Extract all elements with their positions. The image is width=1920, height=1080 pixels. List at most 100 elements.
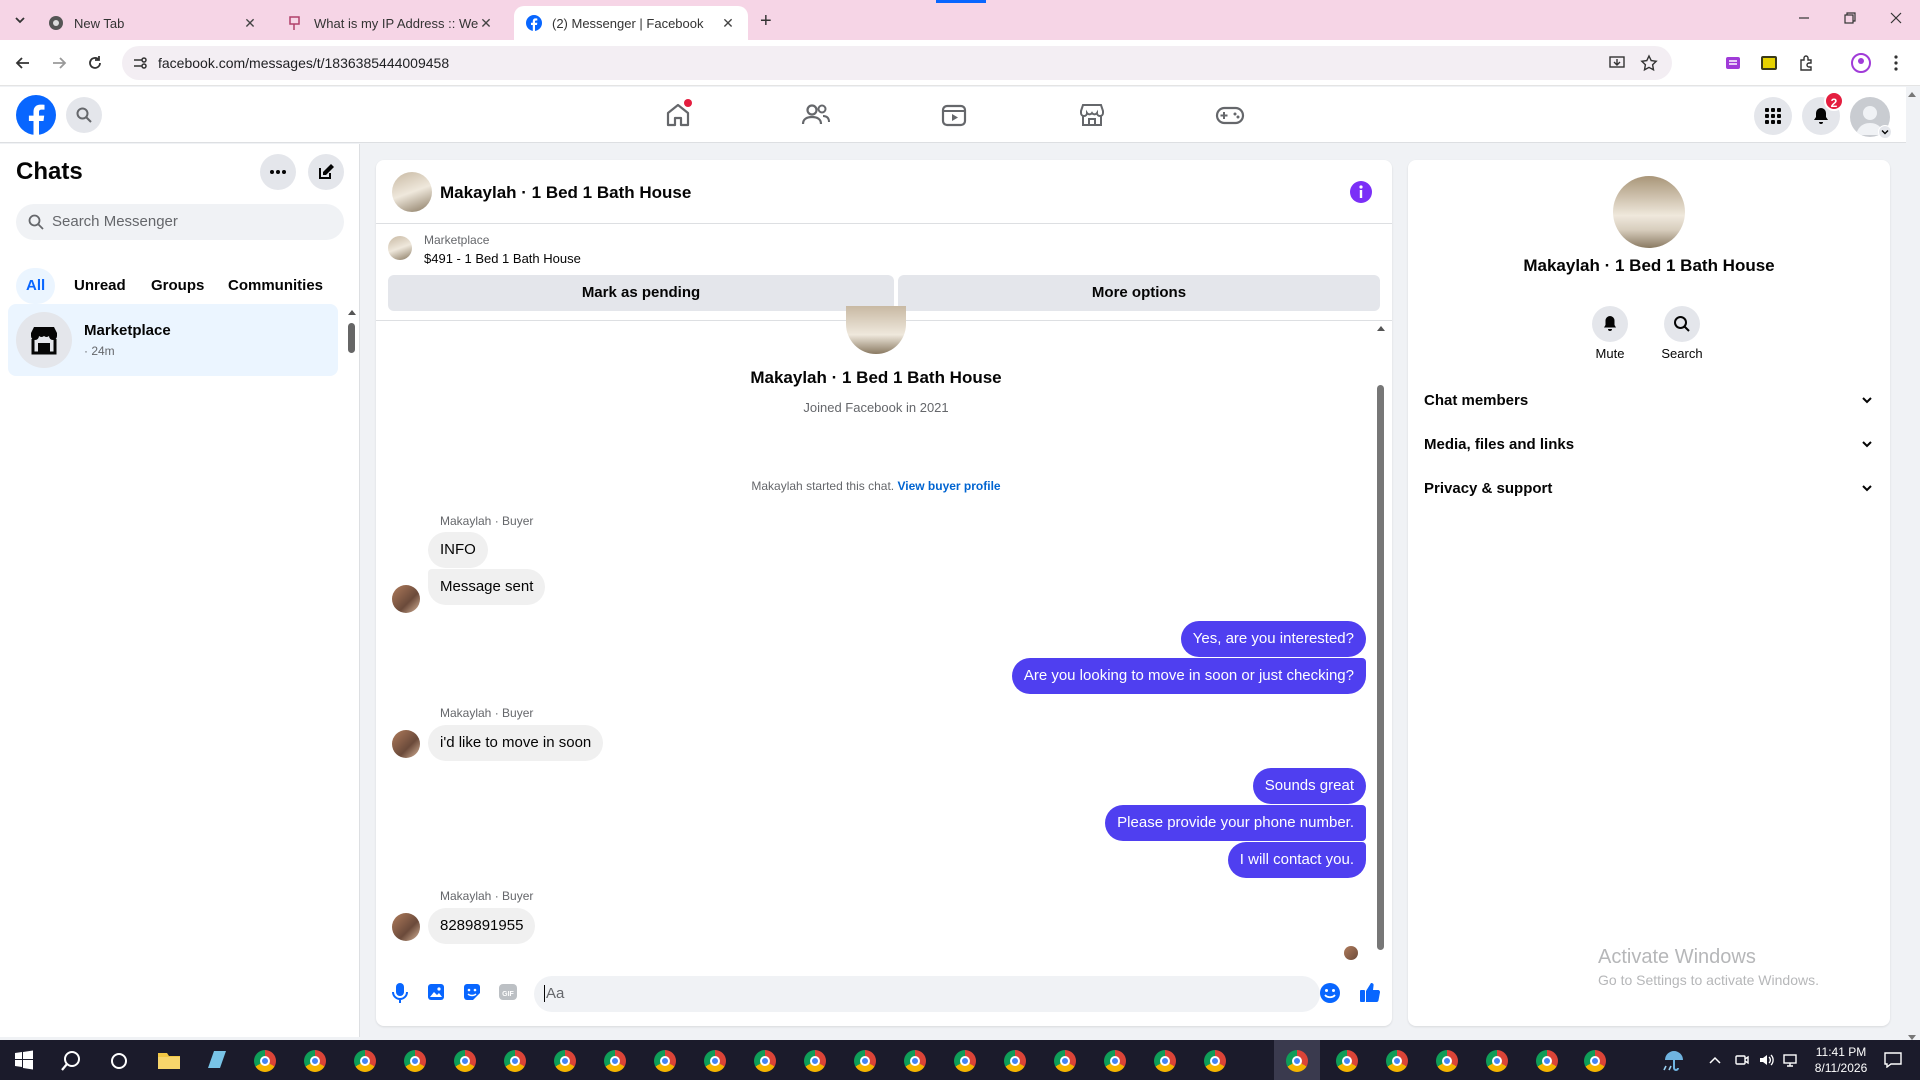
tray-chevron-up-icon[interactable] — [1708, 1054, 1722, 1066]
chrome-icon[interactable] — [252, 1048, 278, 1074]
chrome-icon[interactable] — [1384, 1048, 1410, 1074]
site-info-icon[interactable] — [132, 55, 148, 71]
chrome-icon[interactable] — [402, 1048, 428, 1074]
chrome-icon[interactable] — [1202, 1048, 1228, 1074]
notification-center-icon[interactable] — [1884, 1052, 1902, 1068]
tab-ip-address[interactable]: What is my IP Address :: WebBr ✕ — [276, 6, 506, 40]
account-chevron-icon[interactable] — [1878, 125, 1892, 139]
conversation-title[interactable]: Makaylah · 1 Bed 1 Bath House — [440, 183, 691, 203]
task-view-icon[interactable] — [108, 1050, 134, 1076]
message-bubble[interactable]: INFO — [428, 532, 488, 568]
install-app-icon[interactable] — [1608, 54, 1626, 72]
network-icon[interactable] — [1782, 1052, 1798, 1068]
nav-home-icon[interactable] — [662, 99, 694, 131]
menu-grid-button[interactable] — [1754, 97, 1792, 135]
filter-groups[interactable]: Groups — [141, 268, 214, 304]
chrome-icon[interactable] — [1582, 1048, 1608, 1074]
omnibox[interactable]: facebook.com/messages/t/1836385444009458 — [122, 46, 1672, 80]
chrome-icon[interactable] — [852, 1048, 878, 1074]
new-message-button[interactable] — [308, 154, 344, 190]
mute-button[interactable] — [1592, 306, 1628, 342]
chrome-icon[interactable] — [1002, 1048, 1028, 1074]
message-bubble[interactable]: Please provide your phone number. — [1105, 805, 1366, 841]
tab-search-chevron-icon[interactable] — [12, 12, 28, 28]
chrome-icon[interactable] — [1102, 1048, 1128, 1074]
message-bubble[interactable]: I will contact you. — [1227, 842, 1366, 878]
messages-scrollbar[interactable] — [1376, 326, 1386, 960]
close-tab-icon[interactable]: ✕ — [242, 15, 258, 32]
filter-unread[interactable]: Unread — [64, 268, 136, 304]
chrome-icon[interactable] — [602, 1048, 628, 1074]
chrome-icon[interactable] — [902, 1048, 928, 1074]
search-messenger-input[interactable]: Search Messenger — [16, 204, 344, 240]
extension-yellow-icon[interactable] — [1760, 54, 1778, 72]
nav-gaming-icon[interactable] — [1214, 99, 1246, 131]
chrome-icon[interactable] — [702, 1048, 728, 1074]
chrome-icon[interactable] — [802, 1048, 828, 1074]
windows-start-icon[interactable] — [14, 1050, 40, 1076]
voice-clip-icon[interactable] — [390, 982, 410, 1004]
sticker-icon[interactable] — [462, 982, 482, 1002]
taskbar-search-icon[interactable] — [60, 1050, 86, 1076]
page-scrollbar[interactable] — [1908, 92, 1918, 1040]
buyer-avatar[interactable] — [392, 585, 420, 613]
details-name[interactable]: Makaylah · 1 Bed 1 Bath House — [1408, 256, 1890, 276]
message-bubble[interactable]: Message sent — [428, 569, 546, 605]
more-options-button[interactable]: More options — [898, 275, 1380, 311]
filter-all[interactable]: All — [16, 268, 56, 304]
message-bubble[interactable]: Sounds great — [1252, 768, 1366, 804]
chrome-icon[interactable] — [1534, 1048, 1560, 1074]
chat-list-item[interactable]: Marketplace · 24m — [8, 304, 338, 376]
chrome-icon[interactable] — [1152, 1048, 1178, 1074]
extensions-puzzle-icon[interactable] — [1798, 54, 1816, 72]
conversation-info-icon[interactable] — [1350, 181, 1372, 203]
nav-marketplace-icon[interactable] — [1076, 99, 1108, 131]
chrome-icon[interactable] — [1052, 1048, 1078, 1074]
listing-avatar[interactable] — [392, 172, 432, 212]
thumbs-up-like-icon[interactable] — [1358, 980, 1382, 1004]
chrome-icon[interactable] — [552, 1048, 578, 1074]
message-bubble[interactable]: Yes, are you interested? — [1180, 621, 1366, 657]
nav-friends-icon[interactable] — [800, 99, 832, 131]
buyer-avatar[interactable] — [392, 730, 420, 758]
listing-thumbnail[interactable] — [388, 236, 412, 260]
file-explorer-icon[interactable] — [156, 1048, 182, 1074]
listing-title[interactable]: $491 - 1 Bed 1 Bath House — [424, 251, 581, 266]
chrome-icon[interactable] — [652, 1048, 678, 1074]
chrome-icon[interactable] — [752, 1048, 778, 1074]
bookmark-star-icon[interactable] — [1640, 54, 1658, 72]
filter-communities[interactable]: Communities — [218, 268, 333, 304]
gif-icon[interactable]: GIF — [498, 982, 518, 1002]
chrome-icon[interactable] — [502, 1048, 528, 1074]
section-privacy-support[interactable]: Privacy & support — [1424, 470, 1874, 506]
minimize-icon[interactable] — [1796, 10, 1812, 26]
section-media-files-links[interactable]: Media, files and links — [1424, 426, 1874, 462]
weather-icon[interactable] — [1662, 1048, 1688, 1074]
taskbar-app-icon[interactable] — [204, 1048, 230, 1074]
notifications-button[interactable]: 2 — [1802, 91, 1844, 135]
forward-icon[interactable] — [50, 54, 68, 72]
chats-options-button[interactable] — [260, 154, 296, 190]
message-composer-input[interactable]: Aa — [534, 976, 1320, 1012]
mark-as-pending-button[interactable]: Mark as pending — [388, 275, 894, 311]
details-avatar[interactable] — [1613, 176, 1685, 248]
chrome-icon[interactable] — [352, 1048, 378, 1074]
message-bubble[interactable]: Are you looking to move in soon or just … — [1011, 658, 1366, 694]
browser-menu-icon[interactable] — [1888, 54, 1904, 72]
back-icon[interactable] — [14, 54, 32, 72]
restore-icon[interactable] — [1842, 10, 1858, 26]
new-tab-icon[interactable]: + — [760, 10, 772, 33]
search-in-conversation-button[interactable] — [1664, 306, 1700, 342]
chrome-icon[interactable] — [452, 1048, 478, 1074]
section-chat-members[interactable]: Chat members — [1424, 382, 1874, 418]
close-window-icon[interactable] — [1888, 10, 1904, 26]
chrome-icon[interactable] — [1334, 1048, 1360, 1074]
tab-new-tab[interactable]: New Tab ✕ — [36, 6, 270, 40]
chat-list-scrollbar[interactable] — [348, 310, 356, 370]
emoji-icon[interactable] — [1319, 982, 1341, 1004]
facebook-search-button[interactable] — [66, 97, 102, 133]
close-tab-icon[interactable]: ✕ — [720, 15, 736, 32]
extension-purple-icon[interactable] — [1724, 54, 1742, 72]
attach-photo-icon[interactable] — [426, 982, 446, 1002]
chrome-icon[interactable] — [1484, 1048, 1510, 1074]
